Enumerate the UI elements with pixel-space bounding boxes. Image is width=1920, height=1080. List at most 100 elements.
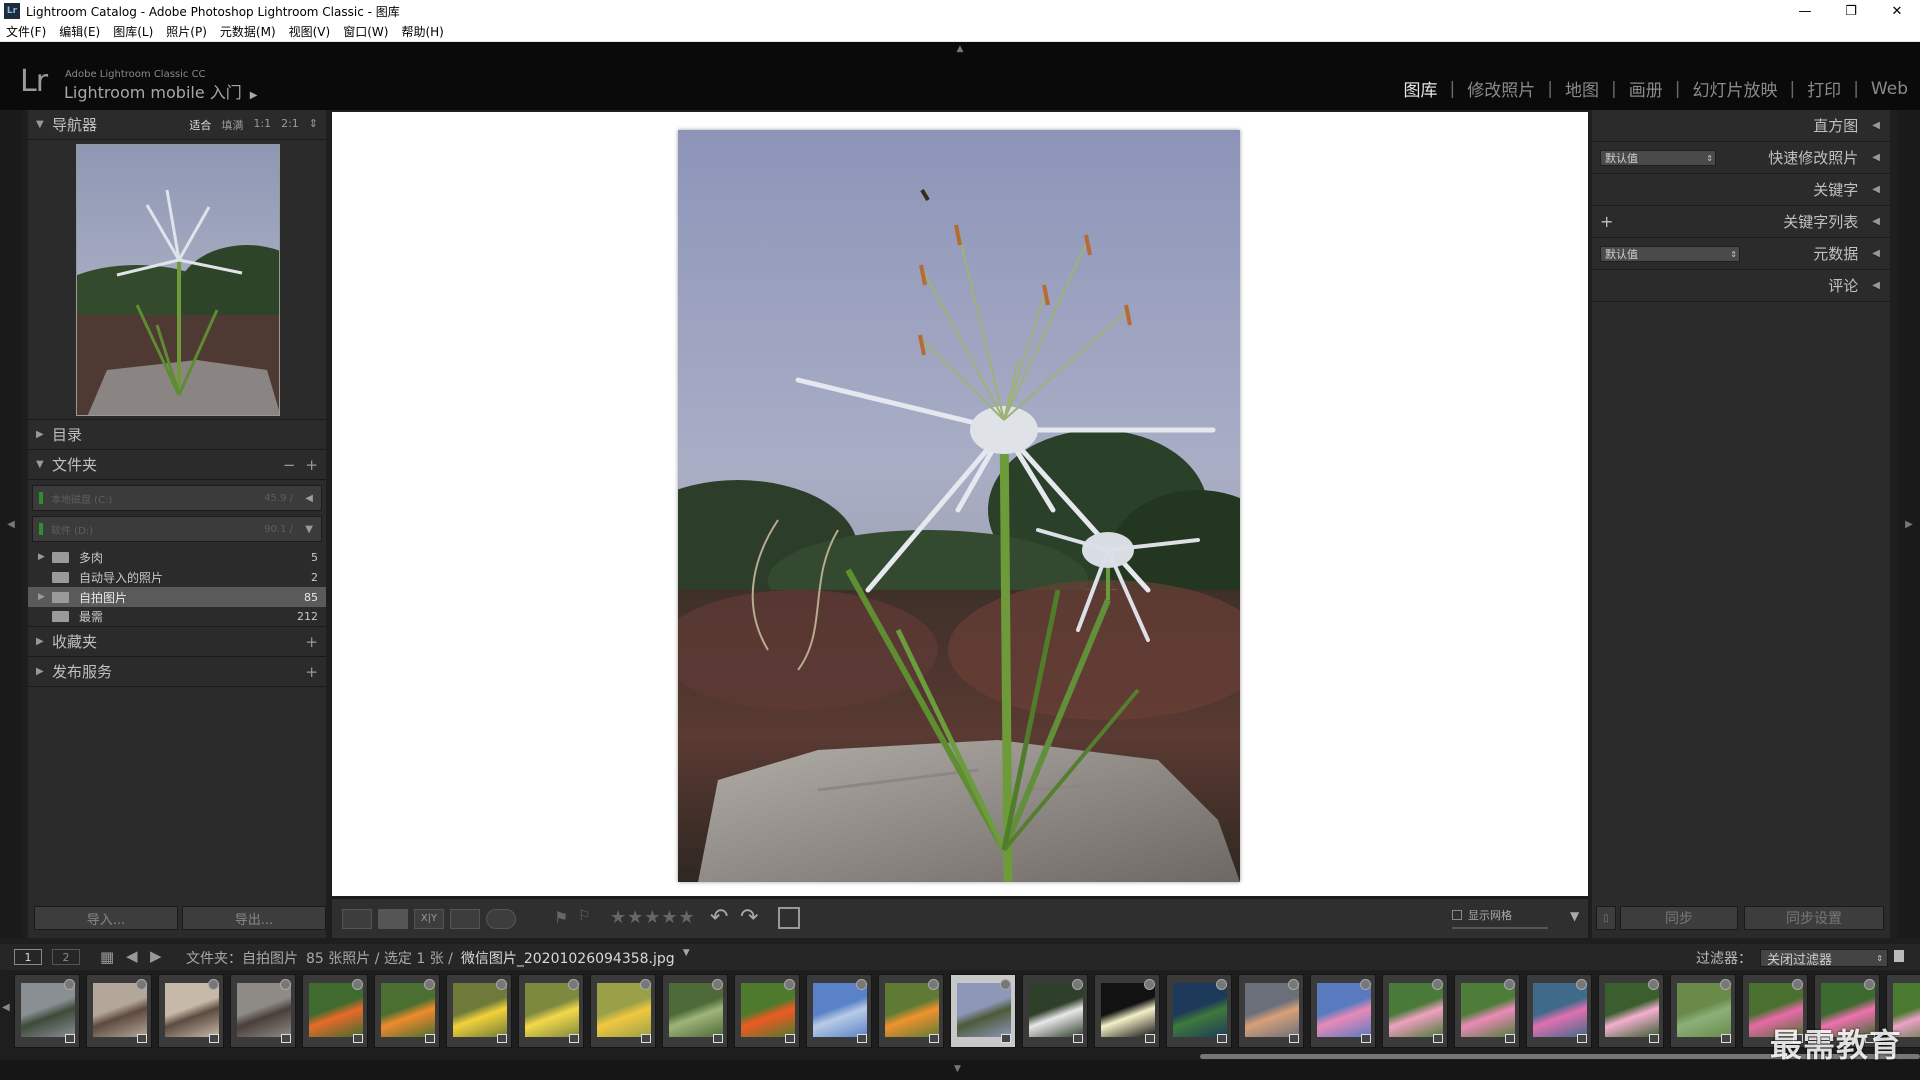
folder-item[interactable]: ▶ 多肉 5 [28,547,326,567]
filmstrip-thumb[interactable] [446,974,512,1048]
auto-sync-toggle-icon[interactable]: ▯ [1596,906,1616,930]
menu-library[interactable]: 图库(L) [113,23,153,40]
remove-folder-icon[interactable]: − [283,456,296,474]
menu-edit[interactable]: 编辑(E) [59,23,100,40]
close-icon[interactable]: ✕ [1874,0,1920,22]
mobile-getting-started[interactable]: Lightroom mobile 入门 ▶ [64,79,257,103]
quick-collection-icon[interactable] [1648,979,1659,990]
quick-collection-icon[interactable] [856,979,867,990]
quick-collection-icon[interactable] [1288,979,1299,990]
zoom-fit[interactable]: 适合 [189,117,211,133]
forward-arrow-icon[interactable]: ▶ [150,947,162,965]
loupe-view[interactable] [332,112,1588,896]
quick-collection-icon[interactable] [1072,979,1083,990]
quick-develop-header[interactable]: 默认值 ⇕ 快速修改照片 ◀ [1592,142,1890,174]
module-print[interactable]: 打印 [1807,76,1841,101]
quick-collection-icon[interactable] [784,979,795,990]
menu-file[interactable]: 文件(F) [6,23,46,40]
filmstrip-thumb[interactable] [878,974,944,1048]
module-map[interactable]: 地图 [1565,76,1599,101]
filmstrip-thumb[interactable] [734,974,800,1048]
quick-collection-icon[interactable] [1792,979,1803,990]
survey-view-icon[interactable] [450,909,480,929]
filter-select[interactable]: 关闭过滤器 ⇕ [1760,949,1888,968]
filmstrip-thumb[interactable] [1094,974,1160,1048]
minimize-icon[interactable]: — [1782,0,1828,22]
restore-icon[interactable]: ❐ [1828,0,1874,22]
keyword-list-header[interactable]: + 关键字列表 ◀ [1592,206,1890,238]
filmstrip-thumb[interactable] [806,974,872,1048]
show-grid-checkbox[interactable] [1452,910,1462,920]
quick-collection-icon[interactable] [1144,979,1155,990]
catalog-header[interactable]: ▶ 目录 [28,420,326,450]
zoom-2-1[interactable]: 2:1 [281,117,299,133]
filmstrip-thumb[interactable] [1526,974,1592,1048]
filmstrip-thumb[interactable] [1022,974,1088,1048]
flag-icon[interactable]: ⚑ [554,908,568,927]
people-view-icon[interactable] [486,909,516,929]
keywording-header[interactable]: 关键字 ◀ [1592,174,1890,206]
quick-collection-icon[interactable] [640,979,651,990]
quick-collection-icon[interactable] [424,979,435,990]
quick-collection-icon[interactable] [280,979,291,990]
right-panel-toggle-icon[interactable]: ▶ [1898,110,1920,938]
drive-d[interactable]: 软件 (D:) 90.1 / ▼ [32,516,322,542]
metadata-preset-select[interactable]: 默认值 ⇕ [1600,246,1740,262]
menu-view[interactable]: 视图(V) [289,23,331,40]
module-book[interactable]: 画册 [1629,76,1663,101]
quick-collection-icon[interactable] [1000,979,1011,990]
add-collection-icon[interactable]: + [305,633,318,651]
quick-collection-icon[interactable] [1216,979,1227,990]
grid-view-icon[interactable] [342,909,372,929]
quick-collection-icon[interactable] [1432,979,1443,990]
import-button[interactable]: 导入... [34,906,178,930]
drive-c[interactable]: 本地磁盘 (C:) 45.9 / ◀ [32,485,322,511]
publish-services-header[interactable]: ▶ 发布服务 + [28,657,326,687]
zoom-1-1[interactable]: 1:1 [253,117,271,133]
filmstrip-thumb[interactable] [230,974,296,1048]
filmstrip-thumb[interactable] [590,974,656,1048]
grid-icon[interactable]: ▦ [100,948,114,966]
left-panel-toggle-icon[interactable]: ◀ [0,110,22,938]
toolbar-menu-icon[interactable]: ▼ [1570,909,1579,923]
quick-collection-icon[interactable] [352,979,363,990]
comments-header[interactable]: 评论 ◀ [1592,270,1890,302]
expand-triangle-icon[interactable]: ▶ [38,592,52,602]
filename-dropdown-icon[interactable]: ▼ [683,948,690,968]
quick-develop-preset-select[interactable]: 默认值 ⇕ [1600,150,1716,166]
primary-window-button[interactable]: 1 [14,949,42,965]
menu-help[interactable]: 帮助(H) [401,23,443,40]
quick-collection-icon[interactable] [1864,979,1875,990]
folder-item-selected[interactable]: ▶ 自拍图片 85 [28,587,326,607]
quick-collection-icon[interactable] [1360,979,1371,990]
main-photo[interactable] [678,130,1240,882]
filmstrip-thumb[interactable] [374,974,440,1048]
menu-photo[interactable]: 照片(P) [166,23,207,40]
add-publish-service-icon[interactable]: + [305,663,318,681]
secondary-window-button[interactable]: 2 [52,949,80,965]
quick-collection-icon[interactable] [496,979,507,990]
filmstrip-thumb[interactable] [1670,974,1736,1048]
star-rating[interactable]: ★★★★★ [610,907,696,928]
export-button[interactable]: 导出... [182,906,326,930]
folder-item[interactable]: 自动导入的照片 2 [28,567,326,587]
filmstrip-thumb[interactable] [1454,974,1520,1048]
add-keyword-icon[interactable]: + [1600,212,1613,231]
sync-button[interactable]: 同步 [1620,906,1738,930]
sync-settings-button[interactable]: 同步设置 [1744,906,1884,930]
crop-overlay-icon[interactable] [778,907,800,929]
filmstrip-thumb[interactable] [86,974,152,1048]
quick-collection-icon[interactable] [136,979,147,990]
folder-source[interactable]: 文件夹：自拍图片 [186,948,298,968]
filmstrip-thumb[interactable] [1598,974,1664,1048]
menu-metadata[interactable]: 元数据(M) [220,23,276,40]
filmstrip-thumb[interactable] [158,974,224,1048]
quick-collection-icon[interactable] [1576,979,1587,990]
filmstrip-thumb[interactable] [1238,974,1304,1048]
navigator-preview[interactable] [76,144,280,416]
loupe-view-icon[interactable] [378,909,408,929]
reject-flag-icon[interactable]: ⚐ [578,908,591,924]
rotate-left-icon[interactable]: ↶ [710,905,728,930]
filmstrip-thumb[interactable] [14,974,80,1048]
navigator-header[interactable]: ▼ 导航器 适合 填满 1:1 2:1 ⇕ [28,110,326,140]
